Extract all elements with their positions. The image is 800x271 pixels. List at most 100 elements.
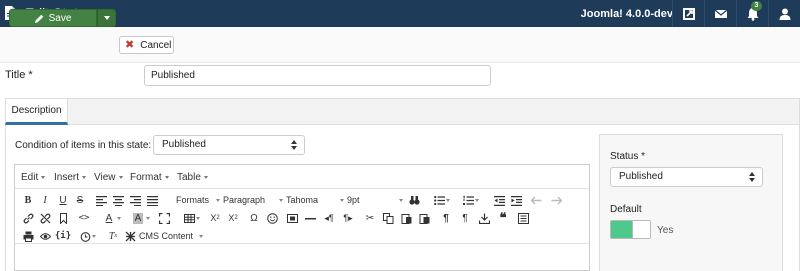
chevron-down-icon (117, 217, 121, 220)
print-icon (23, 231, 33, 242)
template-button[interactable] (476, 209, 492, 227)
copy-button[interactable] (380, 209, 396, 227)
fullscreen-button[interactable] (156, 209, 172, 227)
cancel-button[interactable]: ✖ Cancel (119, 36, 174, 54)
emoticons-button[interactable] (264, 209, 280, 227)
clock-icon (80, 231, 90, 242)
editor-content-area[interactable] (15, 243, 589, 271)
rich-text-editor: Edit Insert View Format Table B I U S Fo… (14, 164, 590, 271)
default-label: Default (610, 204, 642, 215)
numbered-list-button[interactable] (457, 191, 479, 209)
font-size-dropdown[interactable]: 9pt (347, 191, 403, 209)
chevron-down-icon (41, 176, 46, 179)
source-code-button[interactable]: <> (76, 209, 92, 227)
messages-button[interactable] (704, 0, 736, 27)
outdent-button[interactable] (491, 191, 507, 209)
text-color-button[interactable]: A (97, 209, 121, 227)
menu-insert[interactable]: Insert (54, 172, 87, 183)
toggle-on-fill (611, 221, 632, 238)
chevron-down-icon (279, 199, 283, 202)
show-blocks-button[interactable]: ¶ (438, 209, 454, 227)
chevron-down-icon (82, 176, 87, 179)
horizontal-rule-button[interactable] (302, 209, 318, 227)
table-icon (183, 213, 195, 223)
align-left-button[interactable] (93, 191, 109, 209)
formats-dropdown[interactable]: Formats (176, 191, 220, 209)
menu-format[interactable]: Format (130, 172, 169, 183)
status-select-value: Published (619, 171, 663, 182)
media-button[interactable] (284, 209, 300, 227)
tab-description[interactable]: Description (5, 98, 68, 125)
indent-button[interactable] (508, 191, 524, 209)
menu-view[interactable]: View (94, 172, 123, 183)
align-right-button[interactable] (127, 191, 143, 209)
menu-edit[interactable]: Edit (21, 172, 46, 183)
background-color-button[interactable]: A (126, 209, 150, 227)
bullet-list-button[interactable] (428, 191, 450, 209)
default-toggle[interactable] (610, 220, 651, 239)
version-label: Joomla! 4.0.0-dev (580, 8, 673, 20)
condition-select-value: Published (162, 139, 206, 150)
italic-button[interactable]: I (37, 191, 53, 209)
copy-icon (382, 212, 393, 224)
font-family-dropdown[interactable]: Tahoma (286, 191, 344, 209)
justify-button[interactable] (144, 191, 160, 209)
rtl-button[interactable]: ¶▸ (340, 209, 356, 227)
chevron-down-icon (399, 199, 403, 202)
code-sample-button[interactable] (515, 209, 531, 227)
strikethrough-button[interactable]: S (72, 191, 88, 209)
blockquote-button[interactable]: ❝ (495, 209, 511, 227)
redo-button[interactable] (548, 191, 564, 209)
status-select[interactable]: Published (610, 167, 763, 187)
align-center-button[interactable] (110, 191, 126, 209)
editor-toolbar-row-1: B I U S Formats Paragraph Tahoma 9pt (15, 191, 589, 209)
paste-text-button[interactable] (416, 209, 432, 227)
subscript-button[interactable]: X2 (207, 209, 223, 227)
paste-button[interactable] (398, 209, 414, 227)
bullet-list-icon (433, 195, 445, 205)
numbered-list-icon (462, 195, 474, 205)
notification-count-badge: 3 (751, 1, 762, 11)
save-button[interactable]: Save (9, 9, 97, 27)
bold-button[interactable]: B (20, 191, 36, 209)
status-label: Status * (610, 151, 646, 162)
pencil-icon (34, 14, 43, 23)
editor-menubar: Edit Insert View Format Table (15, 165, 589, 189)
binoculars-icon (408, 195, 420, 205)
external-link-icon (682, 7, 695, 20)
anchor-button[interactable] (55, 209, 71, 227)
select-arrows-icon (291, 140, 297, 150)
save-options-dropdown[interactable] (97, 9, 116, 27)
save-button-label: Save (48, 12, 72, 24)
ltr-button[interactable]: ◂¶ (321, 209, 337, 227)
align-right-icon (129, 195, 141, 206)
find-replace-button[interactable] (406, 191, 422, 209)
block-format-dropdown[interactable]: Paragraph (223, 191, 283, 209)
eye-icon (39, 232, 51, 240)
redo-icon (551, 196, 562, 204)
chevron-down-icon (475, 199, 479, 202)
notifications-button[interactable]: 3 (736, 0, 768, 27)
special-character-button[interactable]: Ω (246, 209, 262, 227)
unlink-button[interactable] (37, 209, 53, 227)
table-button[interactable] (178, 209, 200, 227)
chevron-down-icon (92, 235, 96, 238)
menu-table[interactable]: Table (177, 172, 208, 183)
user-menu-button[interactable] (768, 0, 800, 27)
condition-select[interactable]: Published (153, 135, 305, 155)
paste-text-icon (419, 213, 429, 224)
underline-button[interactable]: U (55, 191, 71, 209)
superscript-button[interactable]: X2 (225, 209, 241, 227)
external-link-button[interactable] (672, 0, 704, 27)
insert-link-button[interactable] (20, 209, 36, 227)
default-toggle-label: Yes (657, 225, 674, 236)
film-icon (286, 213, 298, 223)
cut-button[interactable]: ✂ (362, 209, 378, 227)
tab-bar (5, 98, 800, 125)
chevron-down-icon (146, 217, 150, 220)
visual-chars-button[interactable]: ¶ (457, 209, 473, 227)
undo-button[interactable] (528, 191, 544, 209)
title-input[interactable]: Published (144, 65, 491, 86)
chevron-down-icon (118, 176, 123, 179)
chevron-down-icon (196, 217, 200, 220)
